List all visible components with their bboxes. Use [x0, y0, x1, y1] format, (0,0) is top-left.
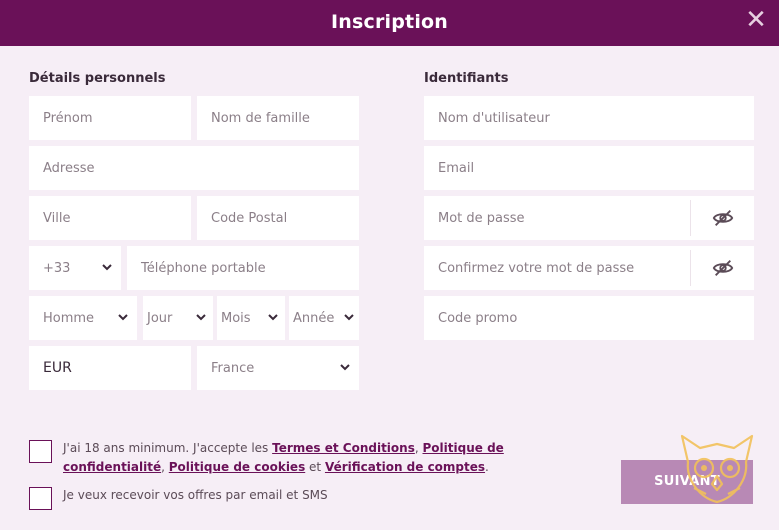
phone-prefix-value: +33: [43, 260, 71, 276]
age-terms-checkbox[interactable]: [29, 440, 52, 463]
year-value: Année: [293, 310, 335, 326]
promo-code-placeholder: Code promo: [438, 310, 518, 326]
chevron-down-icon: [117, 311, 129, 323]
country-value: France: [211, 360, 255, 376]
separator-text: ,: [161, 460, 169, 474]
email-field[interactable]: Email: [424, 146, 754, 190]
postal-code-placeholder: Code Postal: [211, 210, 288, 226]
owl-logo-icon: [676, 432, 758, 506]
marketing-checkbox[interactable]: [29, 487, 52, 510]
currency-field: EUR: [29, 346, 191, 390]
separator-text: ,: [414, 441, 423, 455]
marketing-consent-text: Je veux recevoir vos offres par email et…: [63, 488, 328, 502]
mobile-phone-field[interactable]: Téléphone portable: [127, 246, 359, 290]
country-select[interactable]: France: [197, 346, 359, 390]
age-terms-prefix: J'ai 18 ans minimum. J'accepte les: [63, 441, 273, 455]
terms-link[interactable]: Termes et Conditions: [272, 441, 415, 455]
email-placeholder: Email: [438, 160, 475, 176]
gender-value: Homme: [43, 310, 95, 326]
separator-text: et: [305, 460, 325, 474]
month-select[interactable]: Mois: [217, 296, 285, 340]
confirm-password-placeholder: Confirmez votre mot de passe: [438, 260, 635, 276]
separator-text: .: [485, 460, 489, 474]
last-name-placeholder: Nom de famille: [211, 110, 310, 126]
year-select[interactable]: Année: [289, 296, 359, 340]
chevron-down-icon: [195, 311, 207, 323]
last-name-field[interactable]: Nom de famille: [197, 96, 359, 140]
eye-off-icon[interactable]: [712, 257, 734, 279]
city-placeholder: Ville: [43, 210, 71, 226]
username-placeholder: Nom d'utilisateur: [438, 110, 550, 126]
age-terms-text: J'ai 18 ans minimum. J'accepte les Terme…: [63, 439, 583, 477]
field-divider: [690, 250, 691, 286]
phone-prefix-select[interactable]: +33: [29, 246, 121, 290]
postal-code-field[interactable]: Code Postal: [197, 196, 359, 240]
password-placeholder: Mot de passe: [438, 210, 525, 226]
month-value: Mois: [221, 310, 251, 326]
city-field[interactable]: Ville: [29, 196, 191, 240]
gender-select[interactable]: Homme: [29, 296, 137, 340]
mobile-phone-placeholder: Téléphone portable: [141, 260, 266, 276]
account-verification-link[interactable]: Vérification de comptes: [325, 460, 485, 474]
credentials-heading: Identifiants: [424, 71, 509, 86]
field-divider: [690, 200, 691, 236]
address-field[interactable]: Adresse: [29, 146, 359, 190]
confirm-password-field[interactable]: Confirmez votre mot de passe: [424, 246, 754, 290]
address-placeholder: Adresse: [43, 160, 95, 176]
chevron-down-icon: [267, 311, 279, 323]
chevron-down-icon: [343, 311, 355, 323]
day-select[interactable]: Jour: [143, 296, 213, 340]
personal-details-heading: Détails personnels: [29, 71, 166, 86]
promo-code-field[interactable]: Code promo: [424, 296, 754, 340]
first-name-placeholder: Prénom: [43, 110, 93, 126]
page-title: Inscription: [330, 11, 449, 33]
close-icon[interactable]: ✕: [741, 6, 771, 36]
username-field[interactable]: Nom d'utilisateur: [424, 96, 754, 140]
cookies-link[interactable]: Politique de cookies: [169, 460, 305, 474]
day-value: Jour: [147, 310, 173, 326]
chevron-down-icon: [101, 261, 113, 273]
password-field[interactable]: Mot de passe: [424, 196, 754, 240]
eye-off-icon[interactable]: [712, 207, 734, 229]
currency-value: EUR: [43, 360, 72, 376]
first-name-field[interactable]: Prénom: [29, 96, 191, 140]
chevron-down-icon: [339, 361, 351, 373]
